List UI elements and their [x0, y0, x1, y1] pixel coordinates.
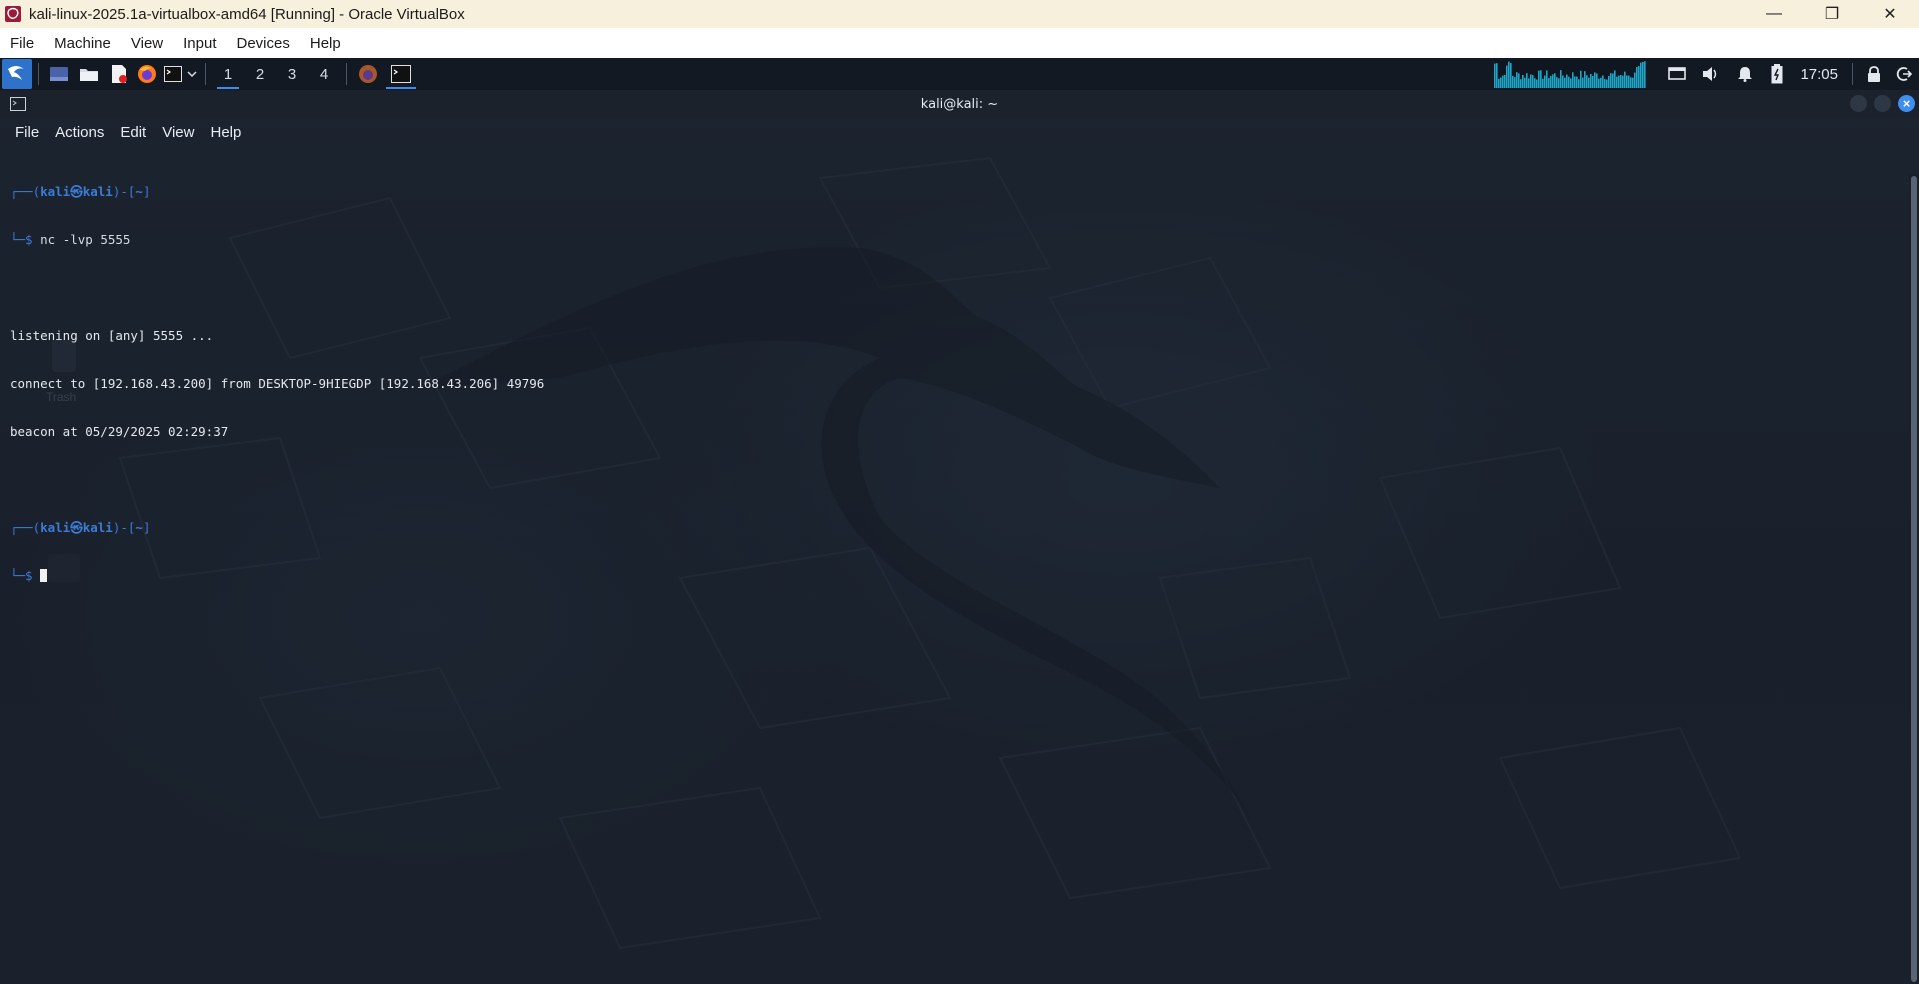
terminal-menu-edit[interactable]: Edit	[112, 124, 154, 141]
lock-icon	[1868, 66, 1880, 82]
text-cursor	[40, 569, 48, 582]
show-desktop-icon	[50, 67, 68, 81]
kali-menu-button[interactable]	[0, 58, 32, 90]
restore-button[interactable]: ❐	[1803, 0, 1861, 28]
prompt-line-top: ┌──(kali㉿kali)-[~]	[10, 184, 151, 199]
taskbar-terminal[interactable]	[383, 58, 419, 90]
terminal-window-controls: ×	[1850, 95, 1915, 112]
terminal-titlebar[interactable]: kali@kali: ~ ×	[0, 90, 1919, 118]
virtualbox-titlebar: kali-linux-2025.1a-virtualbox-amd64 [Run…	[0, 0, 1919, 28]
window-title: kali-linux-2025.1a-virtualbox-amd64 [Run…	[29, 5, 465, 23]
terminal-menu-view[interactable]: View	[154, 124, 202, 141]
text-editor-launcher[interactable]	[105, 58, 133, 90]
terminal-output[interactable]: ┌──(kali㉿kali)-[~] └─$ nc -lvp 5555 list…	[10, 152, 1900, 616]
file-manager-launcher[interactable]	[73, 58, 105, 90]
workspace-1[interactable]: 1	[212, 58, 244, 90]
terminal-window-icon	[10, 97, 26, 111]
terminal-menu-help[interactable]: Help	[202, 124, 249, 141]
terminal-menubar: File Actions Edit View Help	[0, 118, 1919, 146]
panel-separator	[1852, 63, 1853, 85]
logout-button[interactable]	[1889, 58, 1919, 90]
notifications-button[interactable]	[1728, 58, 1762, 90]
menu-view[interactable]: View	[121, 35, 173, 52]
show-desktop-button[interactable]	[45, 58, 73, 90]
kali-top-panel: 1 2 3 4 17:05	[0, 58, 1919, 90]
panel-clock[interactable]: 17:05	[1800, 66, 1838, 83]
command-args: -lvp 5555	[55, 232, 131, 247]
output-line: connect to [192.168.43.200] from DESKTOP…	[10, 376, 545, 391]
taskbar-firefox[interactable]	[353, 58, 383, 90]
panel-separator	[38, 63, 39, 85]
terminal-minimize-button[interactable]	[1850, 95, 1867, 112]
close-icon: ×	[1902, 96, 1911, 111]
input-line: └─$	[10, 568, 1900, 584]
command-name: nc	[40, 232, 56, 247]
output-line: beacon at 05/29/2025 02:29:37	[10, 424, 229, 439]
panel-separator	[205, 63, 206, 85]
menu-devices[interactable]: Devices	[227, 35, 300, 52]
terminal-maximize-button[interactable]	[1874, 95, 1891, 112]
terminal-task-icon	[391, 65, 411, 83]
minimize-button[interactable]: —	[1745, 0, 1803, 28]
chevron-down-icon	[187, 71, 197, 78]
prompt-dir: ~	[135, 520, 143, 535]
terminal-menu-file[interactable]: File	[0, 124, 47, 141]
display-icon	[1668, 67, 1687, 80]
terminal-menu-actions[interactable]: Actions	[47, 124, 112, 141]
battery-icon	[1771, 64, 1783, 84]
lock-screen-button[interactable]	[1859, 58, 1889, 90]
battery-button[interactable]	[1762, 58, 1792, 90]
panel-separator	[346, 63, 347, 85]
panel-tray: 17:05	[1494, 58, 1919, 90]
file-manager-icon	[80, 69, 98, 81]
command-line: └─$ nc -lvp 5555	[10, 232, 131, 247]
terminal-scrollbar[interactable]	[1909, 174, 1919, 984]
text-editor-icon	[112, 65, 127, 83]
menu-help[interactable]: Help	[300, 35, 351, 52]
window-controls: — ❐ ✕	[1745, 0, 1919, 28]
terminal-launcher-dropdown[interactable]	[185, 58, 199, 90]
virtualbox-menubar: File Machine View Input Devices Help	[0, 28, 1919, 58]
menu-input[interactable]: Input	[173, 35, 226, 52]
terminal-window: kali@kali: ~ × File Actions Edit View He…	[0, 90, 1919, 984]
volume-icon	[1703, 67, 1717, 81]
terminal-close-button[interactable]: ×	[1898, 95, 1915, 112]
volume-button[interactable]	[1694, 58, 1728, 90]
prompt-user: kali㉿kali	[40, 520, 113, 535]
prompt-user: kali㉿kali	[40, 184, 113, 199]
cpu-graph[interactable]	[1494, 60, 1647, 88]
close-button[interactable]: ✕	[1861, 0, 1919, 28]
firefox-launcher[interactable]	[133, 58, 161, 90]
prompt-line-top: ┌──(kali㉿kali)-[~]	[10, 520, 151, 535]
workspace-2[interactable]: 2	[244, 58, 276, 90]
notifications-icon	[1738, 67, 1753, 82]
terminal-launcher[interactable]	[161, 58, 185, 90]
prompt-dir: ~	[135, 184, 143, 199]
guest-screen: Trash 1 2 3 4 17:05 kali@kali: ~ × File …	[0, 58, 1919, 984]
logout-icon	[1896, 67, 1912, 81]
firefox-icon	[138, 65, 156, 83]
display-button[interactable]	[1660, 58, 1694, 90]
firefox-task-icon	[359, 65, 377, 83]
menu-file[interactable]: File	[0, 35, 44, 52]
terminal-title: kali@kali: ~	[920, 96, 999, 112]
workspace-3[interactable]: 3	[276, 58, 308, 90]
menu-machine[interactable]: Machine	[44, 35, 121, 52]
output-line: listening on [any] 5555 ...	[10, 328, 214, 343]
workspace-4[interactable]: 4	[308, 58, 340, 90]
scrollbar-thumb[interactable]	[1911, 176, 1917, 982]
terminal-icon	[164, 66, 182, 82]
kali-menu-icon	[2, 59, 32, 89]
virtualbox-app-icon	[5, 6, 21, 22]
